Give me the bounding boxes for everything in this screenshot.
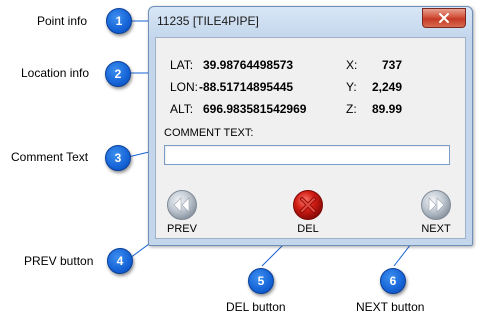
y-value: 2,249 (372, 80, 403, 94)
window-title: 11235 [TILE4PIPE] (157, 14, 259, 28)
annotation-label-del-button: DEL button (226, 300, 286, 314)
window-titlebar[interactable]: 11235 [TILE4PIPE] (149, 7, 472, 35)
lat-label: LAT: (170, 58, 194, 72)
annotation-badge-1: 1 (106, 8, 132, 34)
close-icon (439, 13, 449, 23)
annotation-label-comment-text: Comment Text (11, 150, 89, 164)
z-label: Z: (346, 102, 357, 116)
annotation-badge-5: 5 (248, 268, 274, 294)
del-button[interactable]: DEL (292, 189, 324, 235)
annotation-label-next-button: NEXT button (356, 300, 425, 314)
lon-value: -88.51714895445 (199, 80, 294, 94)
annotation-badge-3: 3 (105, 145, 131, 171)
annotation-label-prev-button: PREV button (24, 254, 94, 268)
point-info-window: 11235 [TILE4PIPE] LAT: 39.98764498573 LO… (148, 6, 473, 246)
annotation-badge-2: 2 (105, 61, 131, 87)
x-value: 737 (382, 58, 403, 72)
lon-label: LON: (170, 80, 199, 94)
window-client-area: LAT: 39.98764498573 LON: -88.51714895445… (155, 37, 466, 239)
z-value: 89.99 (372, 102, 403, 116)
prev-button[interactable]: PREV (166, 189, 198, 235)
close-button[interactable] (422, 8, 466, 28)
del-button-label: DEL (297, 223, 319, 235)
annotation-badge-6: 6 (380, 268, 406, 294)
next-button[interactable]: NEXT (420, 189, 452, 235)
alt-value: 696.983581542969 (203, 102, 307, 116)
comment-input[interactable] (164, 145, 450, 165)
alt-label: ALT: (170, 102, 194, 116)
fast-forward-icon (421, 190, 451, 220)
lat-value: 39.98764498573 (203, 58, 294, 72)
y-label: Y: (346, 80, 357, 94)
delete-x-icon (293, 190, 323, 220)
prev-button-label: PREV (167, 223, 197, 235)
annotation-label-location-info: Location info (21, 66, 90, 80)
annotation-badge-4: 4 (107, 248, 133, 274)
rewind-icon (167, 190, 197, 220)
annotation-label-point-info: Point info (37, 14, 88, 28)
comment-label: COMMENT TEXT: (164, 127, 254, 139)
next-button-label: NEXT (421, 223, 451, 235)
x-label: X: (346, 58, 358, 72)
